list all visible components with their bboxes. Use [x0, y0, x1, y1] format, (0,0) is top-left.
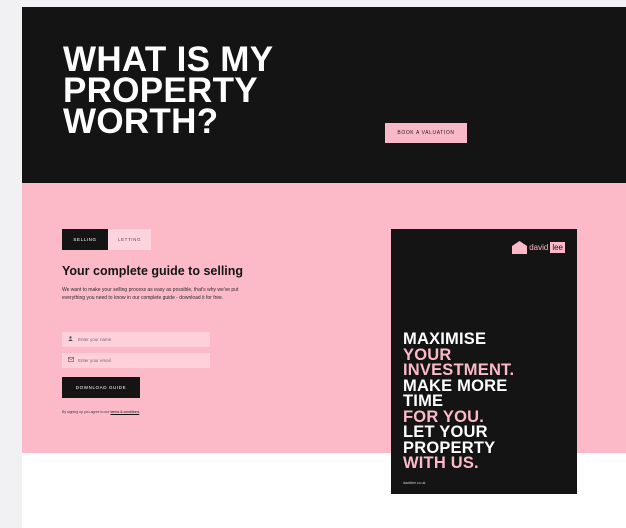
legal-prefix: By signing up you agree to our: [62, 410, 110, 414]
tab-selling[interactable]: SELLING: [62, 229, 108, 250]
hero-title: WHAT IS MY PROPERTY WORTH?: [63, 42, 273, 141]
guide-title: Your complete guide to selling: [62, 264, 244, 278]
house-icon: [512, 241, 528, 254]
name-field[interactable]: [62, 332, 210, 347]
guide-tabs: SELLING LETTING: [62, 229, 151, 250]
terms-link[interactable]: terms & conditions: [110, 410, 139, 414]
guide-cover-card: david lee MAXIMISE YOUR INVESTMENT. MAKE…: [391, 229, 577, 494]
card-url: davidlee.co.uk: [403, 481, 426, 485]
email-input[interactable]: [78, 358, 198, 363]
logo-lee: lee: [550, 242, 565, 253]
page: WHAT IS MY PROPERTY WORTH? BOOK A VALUAT…: [22, 7, 626, 528]
guide-description: We want to make your selling process as …: [62, 287, 239, 301]
email-field[interactable]: [62, 353, 210, 368]
david-lee-logo: david lee: [512, 241, 565, 254]
book-valuation-button[interactable]: BOOK A VALUATION: [385, 123, 467, 143]
card-headline: MAXIMISE YOUR INVESTMENT. MAKE MORE TIME…: [403, 331, 514, 472]
email-icon: [68, 357, 78, 364]
person-icon: [68, 336, 78, 343]
name-input[interactable]: [78, 337, 198, 342]
tab-letting[interactable]: LETTING: [108, 229, 151, 250]
hero-title-line: WORTH?: [63, 102, 219, 141]
download-guide-button[interactable]: DOWNLOAD GUIDE: [62, 377, 140, 398]
logo-david: david: [529, 243, 549, 252]
hero-section: WHAT IS MY PROPERTY WORTH? BOOK A VALUAT…: [22, 7, 626, 183]
card-line: WITH US.: [403, 454, 479, 472]
legal-text: By signing up you agree to our terms & c…: [62, 410, 139, 414]
